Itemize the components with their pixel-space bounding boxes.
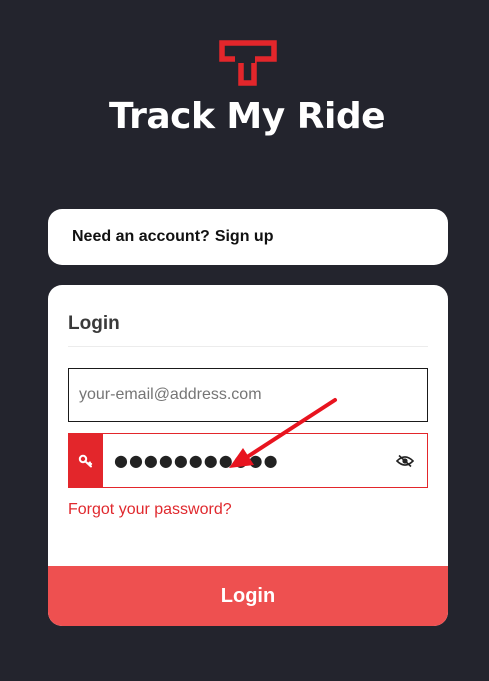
email-field[interactable] <box>68 368 428 422</box>
login-button[interactable]: Login <box>48 566 448 626</box>
eye-slash-icon[interactable] <box>383 434 427 487</box>
signup-link[interactable]: Sign up <box>215 228 274 246</box>
forgot-password-link[interactable]: Forgot your password? <box>68 501 232 519</box>
signup-prompt: Need an account? <box>72 228 210 245</box>
tmr-logo-icon <box>219 40 277 86</box>
password-field[interactable]: ●●●●●●●●●●● <box>68 433 428 488</box>
login-card: Login ●●●●●●●●●●● Forgot your password? … <box>48 285 448 626</box>
login-heading: Login <box>68 313 120 334</box>
signup-card: Need an account? Sign up <box>48 209 448 265</box>
password-value[interactable]: ●●●●●●●●●●● <box>103 434 383 487</box>
key-icon <box>69 434 103 487</box>
brand-title: Track My Ride <box>108 96 386 137</box>
heading-divider <box>68 346 428 347</box>
